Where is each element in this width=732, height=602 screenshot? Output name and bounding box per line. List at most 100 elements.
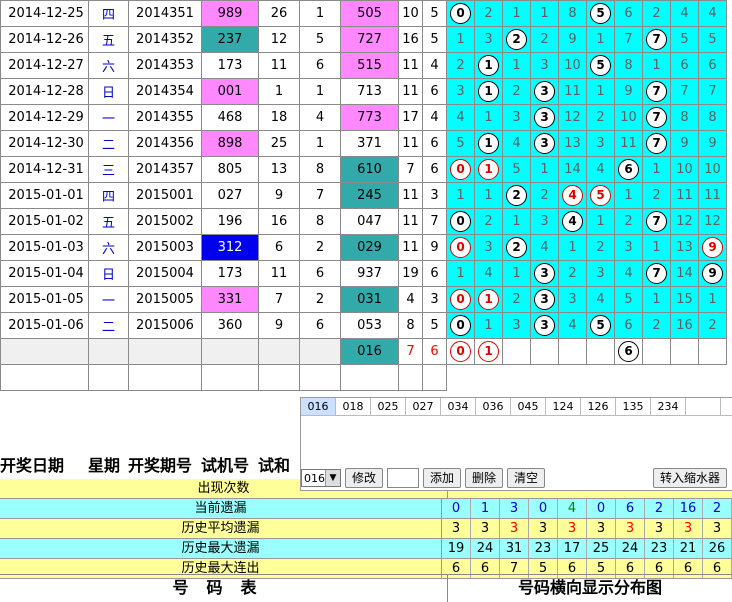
trial-span: 2 <box>299 234 341 261</box>
header-sum: 试和 <box>258 456 291 475</box>
stats-value: 19 <box>442 539 471 558</box>
weekday: 四 <box>88 182 129 209</box>
trial-number: 196 <box>201 208 259 235</box>
stats-row: 历史最大遗漏 19 24 31 23 17 25 24 23 21 26 <box>0 539 732 559</box>
trial-span: 5 <box>299 26 341 53</box>
dist-cell-2: 5 <box>502 156 531 183</box>
draw-date: 2014-12-29 <box>0 104 89 131</box>
dist-cell-3: 1 <box>530 156 559 183</box>
dist-cell-0: 1 <box>446 26 475 53</box>
stats-value: 3 <box>442 519 471 538</box>
draw-span: 9 <box>422 234 447 261</box>
stats-value: 1 <box>471 499 500 518</box>
ball-marker: 7 <box>646 263 667 284</box>
code-item[interactable]: 018 <box>336 398 371 415</box>
dist-cell-7: 7 <box>642 78 671 105</box>
draw-span: 5 <box>422 26 447 53</box>
dist-cell-7: 2 <box>642 182 671 209</box>
stats-block: 出现次数 当前遗漏 0 1 3 0 4 0 6 2 16 2 历史平均遗漏 3 3 3 3 3 3 3 3 3 3 历史最大遗… <box>0 479 732 579</box>
clear-button[interactable]: 清空 <box>507 468 546 488</box>
trial-span: 6 <box>299 52 341 79</box>
code-item[interactable]: 045 <box>511 398 546 415</box>
delete-button[interactable]: 删除 <box>465 468 504 488</box>
ball-marker: 9 <box>702 237 723 258</box>
dist-cell-5 <box>586 338 615 365</box>
code-item[interactable]: 135 <box>616 398 651 415</box>
add-button[interactable]: 添加 <box>423 468 462 488</box>
stats-value: 3 <box>645 519 674 538</box>
stats-row: 历史平均遗漏 3 3 3 3 3 3 3 3 3 3 <box>0 519 732 539</box>
dist-cell-5: 2 <box>586 104 615 131</box>
dist-cell-0: 0 <box>446 286 475 313</box>
code-item[interactable]: 234 <box>651 398 686 415</box>
weekday: 一 <box>88 286 129 313</box>
stats-values: 0 1 3 0 4 0 6 2 16 2 <box>442 499 732 518</box>
draw-date: 2015-01-02 <box>0 208 89 235</box>
code-item[interactable]: 027 <box>406 398 441 415</box>
header-issue: 开奖期号 <box>128 456 193 475</box>
table-row: 2014-12-25 四 2014351 989 26 1 505 10 5 0 2 1 1 8 5 6 2 4 4 <box>0 0 727 27</box>
ball-marker: 9 <box>702 263 723 284</box>
dist-cell-5: 5 <box>586 0 615 27</box>
chevron-down-icon[interactable]: ▼ <box>325 470 340 486</box>
code-item[interactable]: 036 <box>476 398 511 415</box>
dist-cell-3: 3 <box>530 286 559 313</box>
trial-span: 7 <box>299 182 341 209</box>
draw-number: 610 <box>340 156 399 183</box>
dist-cell-8: 8 <box>670 104 699 131</box>
code-item[interactable]: 016 <box>301 398 336 415</box>
dist-cell-1: 1 <box>474 156 503 183</box>
dist-cell-7: 7 <box>642 26 671 53</box>
dist-cell-4: 2 <box>558 260 587 287</box>
trial-sum: 1 <box>258 78 300 105</box>
dist-cell-1: 1 <box>474 130 503 157</box>
trial-span: 6 <box>299 312 341 339</box>
code-select[interactable]: 016 ▼ <box>301 469 341 487</box>
weekday: 五 <box>88 208 129 235</box>
code-item[interactable] <box>686 398 721 415</box>
ball-marker: 3 <box>534 263 555 284</box>
dist-cell-6: 10 <box>614 104 643 131</box>
stats-value: 17 <box>558 539 587 558</box>
dist-cell-7: 2 <box>642 312 671 339</box>
code-item[interactable]: 025 <box>371 398 406 415</box>
dist-cell-1: 1 <box>474 78 503 105</box>
code-item[interactable]: 126 <box>581 398 616 415</box>
dist-cell-8: 16 <box>670 312 699 339</box>
dist-cell-9: 9 <box>698 130 727 157</box>
stats-label: 历史最大遗漏 <box>0 539 442 558</box>
dist-cell-8 <box>670 338 699 365</box>
code-item[interactable]: 124 <box>546 398 581 415</box>
trial-number: 805 <box>201 156 259 183</box>
code-item[interactable]: 034 <box>441 398 476 415</box>
trial-number: 237 <box>201 26 259 53</box>
code-input[interactable] <box>387 468 420 488</box>
dist-cell-3: 2 <box>530 26 559 53</box>
stats-value: 6 <box>616 499 645 518</box>
table-row: 2014-12-26 五 2014352 237 12 5 727 16 5 1 3 2 2 9 1 7 7 5 5 <box>0 26 727 53</box>
stats-value: 3 <box>529 519 558 538</box>
trial-span: 6 <box>299 260 341 287</box>
dist-cell-9: 7 <box>698 78 727 105</box>
stats-value: 3 <box>703 519 732 538</box>
draw-number: 029 <box>340 234 399 261</box>
empty-cell <box>0 364 89 391</box>
ball-marker: 6 <box>618 341 639 362</box>
ball-marker: 1 <box>478 341 499 362</box>
trial-number: 468 <box>201 104 259 131</box>
send-to-filter-button[interactable]: 转入缩水器 <box>653 468 728 488</box>
table-row: 2015-01-03 六 2015003 312 6 2 029 11 9 0 3 2 4 1 2 3 1 13 9 <box>0 234 727 261</box>
dist-cell-7: 7 <box>642 260 671 287</box>
trial-number: 360 <box>201 312 259 339</box>
dist-cell-9: 5 <box>698 26 727 53</box>
ball-marker: 1 <box>478 133 499 154</box>
dist-cell-7 <box>642 338 671 365</box>
dist-cell-2: 2 <box>502 286 531 313</box>
weekday: 一 <box>88 104 129 131</box>
edit-button[interactable]: 修改 <box>345 468 384 488</box>
header-date: 开奖日期 <box>0 456 65 475</box>
draw-span: 4 <box>422 52 447 79</box>
dist-cell-2: 4 <box>502 130 531 157</box>
stats-value: 16 <box>674 499 703 518</box>
ball-marker: 3 <box>534 289 555 310</box>
